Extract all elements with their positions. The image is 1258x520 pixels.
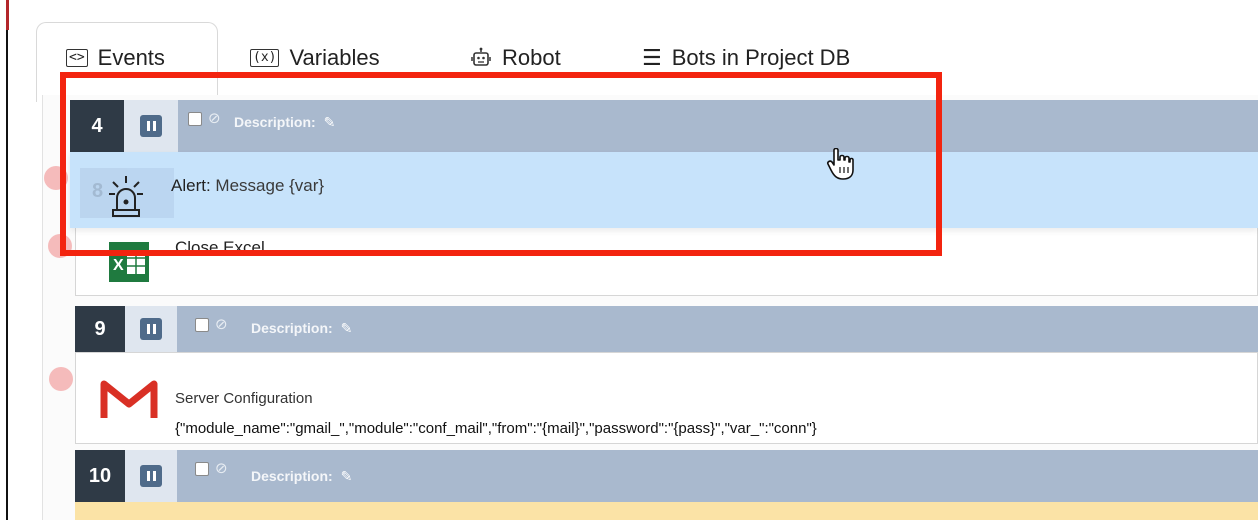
eye-slash-icon[interactable]: ⊘ — [215, 459, 228, 477]
svg-text:X: X — [113, 257, 124, 274]
gmail-icon — [100, 380, 158, 418]
row-header-9[interactable]: 9 ⊘ Description: ✎ — [75, 306, 1258, 352]
row-header-10[interactable]: 10 ⊘ Description: ✎ — [75, 450, 1258, 502]
tab-label: Bots in Project DB — [671, 45, 851, 70]
hand-cursor-icon — [827, 148, 854, 180]
code-brackets-icon: <> — [66, 49, 88, 67]
tab-variables[interactable]: (x) Variables — [250, 40, 380, 76]
pause-button[interactable] — [125, 306, 177, 352]
tab-bots-in-project-db[interactable]: ☰ Bots in Project DB — [642, 40, 850, 76]
description-text: Description: — [251, 468, 333, 484]
row-checkbox[interactable] — [195, 462, 209, 476]
description-label[interactable]: Description: ✎ — [251, 468, 352, 485]
eye-slash-icon[interactable]: ⊘ — [215, 315, 228, 333]
warning-row-body[interactable] — [75, 502, 1258, 520]
pencil-icon[interactable]: ✎ — [341, 320, 353, 337]
breakpoint-dot[interactable] — [49, 367, 73, 391]
row-checkbox[interactable] — [195, 318, 209, 332]
command-title: Server Configuration — [175, 390, 313, 407]
pause-button[interactable] — [125, 450, 177, 502]
pause-icon — [140, 318, 162, 340]
tab-label: Events — [97, 45, 165, 70]
tab-events[interactable]: <> Events — [66, 40, 165, 76]
description-label[interactable]: Description: ✎ — [251, 320, 352, 337]
window-left-edge — [0, 0, 8, 520]
pause-icon — [140, 465, 162, 487]
pencil-icon[interactable]: ✎ — [341, 468, 353, 485]
highlight-box — [60, 72, 942, 256]
tab-label: Robot — [502, 45, 561, 70]
robot-icon — [471, 47, 491, 66]
row-number: 9 — [75, 306, 125, 352]
row-number: 10 — [75, 450, 125, 502]
description-text: Description: — [251, 320, 333, 336]
tab-robot[interactable]: Robot — [470, 40, 561, 76]
tab-label: Variables — [289, 45, 380, 70]
list-icon: ☰ — [642, 45, 662, 70]
command-params: {"module_name":"gmail_","module":"conf_m… — [175, 420, 817, 437]
variable-x-icon: (x) — [250, 49, 280, 67]
